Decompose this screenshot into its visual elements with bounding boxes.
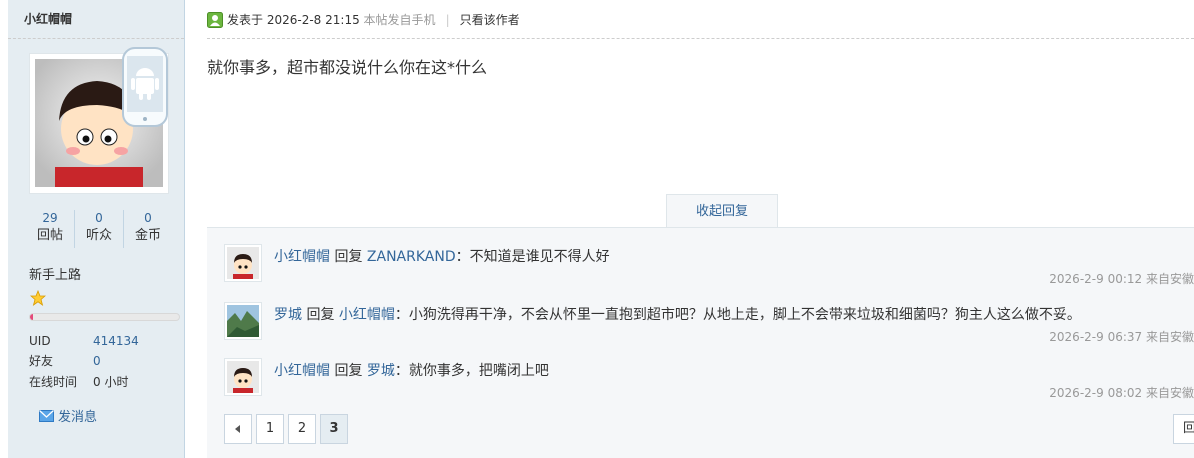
- reply-verb: 回复: [334, 249, 363, 265]
- stat-posts[interactable]: 29 回帖: [26, 210, 74, 248]
- collapse-replies-tab[interactable]: 收起回复: [666, 194, 778, 228]
- reply-timestamp: 2026-2-9 08:02 来自安徽: [1049, 384, 1194, 401]
- info-friends-label: 好友: [29, 354, 54, 368]
- info-online-time: 在线时间 0 小时: [29, 374, 128, 390]
- page-button-2[interactable]: 2: [288, 414, 316, 444]
- reply-timestamp: 2026-2-9 06:37 来自安徽: [1049, 328, 1194, 345]
- info-friends-value[interactable]: 0: [93, 354, 101, 368]
- stat-posts-count: 29: [42, 211, 58, 225]
- avatar-image: [227, 247, 259, 279]
- info-friends: 好友 0: [29, 353, 101, 369]
- reply-text: ：不知道是谁见不得人好: [455, 249, 610, 265]
- reply-source: 来自安徽: [1145, 386, 1194, 400]
- level-progress-fill: [30, 314, 33, 320]
- page-button-1[interactable]: 1: [256, 414, 284, 444]
- only-author-link[interactable]: 只看该作者: [460, 11, 520, 28]
- reply-source: 来自安徽: [1145, 330, 1194, 344]
- author-stats: 29 回帖 0 听众 0 金币: [26, 210, 172, 248]
- stat-coins-label: 金币: [134, 228, 161, 243]
- send-message-link[interactable]: 发消息: [39, 406, 97, 425]
- stat-followers[interactable]: 0 听众: [74, 210, 123, 248]
- sidebar-divider: [8, 38, 184, 39]
- reply-author-link[interactable]: 罗城: [274, 307, 302, 323]
- reply-line: 罗城 回复 小红帽帽：小狗洗得再干净，不会从怀里一直抱到超市吧？从地上走，脚上不…: [274, 304, 1081, 324]
- reply-avatar[interactable]: [224, 302, 262, 340]
- user-level[interactable]: 新手上路: [29, 264, 81, 283]
- posted-time: 2026-2-8 21:15: [266, 12, 360, 27]
- reply-target-link[interactable]: 小红帽帽: [339, 307, 395, 323]
- info-uid: UID 414134: [29, 333, 139, 349]
- android-phone-icon: [122, 47, 168, 127]
- reply-text: ：小狗洗得再干净，不会从怀里一直抱到超市吧？从地上走，脚上不会带来垃圾和细菌吗？…: [394, 307, 1081, 323]
- pagination: 1 2 3: [224, 414, 352, 444]
- reply-target-link[interactable]: ZANARKAND: [367, 249, 456, 265]
- reply-target-link[interactable]: 罗城: [367, 363, 395, 379]
- meta-pipe: |: [445, 12, 450, 27]
- stat-followers-label: 听众: [85, 228, 112, 243]
- stat-followers-count: 0: [95, 211, 103, 225]
- reply-source: 来自安徽: [1145, 272, 1194, 286]
- level-progress-bar: [29, 313, 180, 321]
- stat-posts-label: 回帖: [36, 228, 63, 243]
- stat-coins-count: 0: [144, 211, 152, 225]
- send-message-label: 发消息: [58, 410, 98, 425]
- author-username[interactable]: 小红帽帽: [24, 10, 72, 27]
- author-sidebar: 小红帽帽 29 回帖 0 听众 0 金币 新手上路 UID 414134 好友 …: [8, 0, 185, 458]
- info-online-time-label: 在线时间: [29, 375, 78, 389]
- reply-time: 2026-2-9 08:02: [1049, 386, 1143, 400]
- reply-time: 2026-2-9 06:37: [1049, 330, 1143, 344]
- chevron-left-icon: [235, 425, 240, 433]
- reply-author-link[interactable]: 小红帽帽: [274, 249, 330, 265]
- reply-verb: 回复: [334, 363, 363, 379]
- reply-line: 小红帽帽 回复 ZANARKAND：不知道是谁见不得人好: [274, 246, 610, 266]
- reply-line: 小红帽帽 回复 罗城：就你事多，把嘴闭上吧: [274, 360, 549, 380]
- reply-text: ：就你事多，把嘴闭上吧: [394, 363, 549, 379]
- info-online-time-value: 0 小时: [93, 375, 129, 389]
- device-note[interactable]: 本帖发自手机: [364, 11, 436, 28]
- reply-button[interactable]: 回: [1173, 414, 1194, 444]
- avatar-image: [227, 305, 259, 337]
- info-uid-value[interactable]: 414134: [93, 334, 139, 348]
- post-header-divider: [207, 38, 1194, 39]
- reply-time: 2026-2-9 00:12: [1049, 272, 1143, 286]
- online-user-icon: [207, 11, 223, 28]
- reply-list: 小红帽帽 回复 ZANARKAND：不知道是谁见不得人好 2026-2-9 00…: [207, 227, 1194, 458]
- post-meta: 发表于 2026-2-8 21:15 本帖发自手机 | 只看该作者: [207, 11, 520, 28]
- reply-timestamp: 2026-2-9 00:12 来自安徽: [1049, 270, 1194, 287]
- avatar-image: [227, 361, 259, 393]
- reply-avatar[interactable]: [224, 244, 262, 282]
- post-content: 就你事多，超市都没说什么你在这*什么: [207, 58, 488, 77]
- prev-page-button[interactable]: [224, 414, 252, 444]
- envelope-icon: [39, 409, 54, 422]
- info-uid-label: UID: [29, 334, 51, 348]
- posted-label: 发表于: [227, 13, 264, 27]
- reply-author-link[interactable]: 小红帽帽: [274, 363, 330, 379]
- page-button-current[interactable]: 3: [320, 414, 348, 444]
- reply-verb: 回复: [306, 307, 335, 323]
- star-icon: [30, 290, 46, 306]
- stat-coins[interactable]: 0 金币: [123, 210, 172, 248]
- reply-avatar[interactable]: [224, 358, 262, 396]
